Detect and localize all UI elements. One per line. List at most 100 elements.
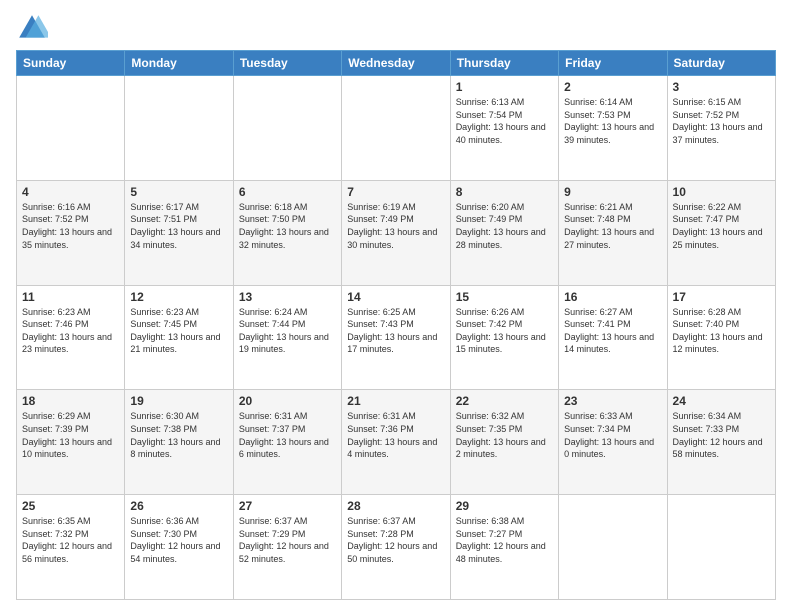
- day-info: Sunrise: 6:21 AM Sunset: 7:48 PM Dayligh…: [564, 201, 661, 251]
- day-info: Sunrise: 6:14 AM Sunset: 7:53 PM Dayligh…: [564, 96, 661, 146]
- logo: [16, 12, 52, 44]
- calendar-cell: 25 Sunrise: 6:35 AM Sunset: 7:32 PM Dayli…: [17, 495, 125, 600]
- calendar-cell: 26 Sunrise: 6:36 AM Sunset: 7:30 PM Dayli…: [125, 495, 233, 600]
- day-info: Sunrise: 6:22 AM Sunset: 7:47 PM Dayligh…: [673, 201, 770, 251]
- calendar-cell: 1 Sunrise: 6:13 AM Sunset: 7:54 PM Daylig…: [450, 76, 558, 181]
- day-info: Sunrise: 6:16 AM Sunset: 7:52 PM Dayligh…: [22, 201, 119, 251]
- calendar-cell: 11 Sunrise: 6:23 AM Sunset: 7:46 PM Dayli…: [17, 285, 125, 390]
- day-number: 21: [347, 394, 444, 408]
- calendar-week-row: 11 Sunrise: 6:23 AM Sunset: 7:46 PM Dayli…: [17, 285, 776, 390]
- calendar-day-header: Tuesday: [233, 51, 341, 76]
- calendar-cell: 2 Sunrise: 6:14 AM Sunset: 7:53 PM Daylig…: [559, 76, 667, 181]
- day-number: 8: [456, 185, 553, 199]
- day-info: Sunrise: 6:30 AM Sunset: 7:38 PM Dayligh…: [130, 410, 227, 460]
- calendar-cell: 22 Sunrise: 6:32 AM Sunset: 7:35 PM Dayli…: [450, 390, 558, 495]
- calendar-cell: 19 Sunrise: 6:30 AM Sunset: 7:38 PM Dayli…: [125, 390, 233, 495]
- day-number: 13: [239, 290, 336, 304]
- day-info: Sunrise: 6:25 AM Sunset: 7:43 PM Dayligh…: [347, 306, 444, 356]
- day-number: 2: [564, 80, 661, 94]
- day-number: 12: [130, 290, 227, 304]
- day-number: 22: [456, 394, 553, 408]
- day-number: 9: [564, 185, 661, 199]
- day-number: 19: [130, 394, 227, 408]
- day-info: Sunrise: 6:26 AM Sunset: 7:42 PM Dayligh…: [456, 306, 553, 356]
- day-number: 11: [22, 290, 119, 304]
- calendar-cell: 29Sunrise: 6:38 AM Sunset: 7:27 PM Dayli…: [450, 495, 558, 600]
- page-header: [16, 12, 776, 44]
- calendar-day-header: Monday: [125, 51, 233, 76]
- day-number: 10: [673, 185, 770, 199]
- day-number: 17: [673, 290, 770, 304]
- day-number: 18: [22, 394, 119, 408]
- logo-icon: [16, 12, 48, 44]
- calendar-cell: 9 Sunrise: 6:21 AM Sunset: 7:48 PM Daylig…: [559, 180, 667, 285]
- calendar-cell: [17, 76, 125, 181]
- day-info: Sunrise: 6:27 AM Sunset: 7:41 PM Dayligh…: [564, 306, 661, 356]
- calendar-cell: 27 Sunrise: 6:37 AM Sunset: 7:29 PM Dayli…: [233, 495, 341, 600]
- day-info: Sunrise: 6:31 AM Sunset: 7:37 PM Dayligh…: [239, 410, 336, 460]
- calendar-week-row: 18 Sunrise: 6:29 AM Sunset: 7:39 PM Dayli…: [17, 390, 776, 495]
- calendar-cell: 14 Sunrise: 6:25 AM Sunset: 7:43 PM Dayli…: [342, 285, 450, 390]
- calendar-day-header: Saturday: [667, 51, 775, 76]
- calendar-cell: 28 Sunrise: 6:37 AM Sunset: 7:28 PM Dayli…: [342, 495, 450, 600]
- day-number: 4: [22, 185, 119, 199]
- day-number: 27: [239, 499, 336, 513]
- calendar-cell: 12Sunrise: 6:23 AM Sunset: 7:45 PM Dayli…: [125, 285, 233, 390]
- calendar-day-header: Friday: [559, 51, 667, 76]
- calendar-week-row: 1 Sunrise: 6:13 AM Sunset: 7:54 PM Daylig…: [17, 76, 776, 181]
- calendar-cell: [559, 495, 667, 600]
- day-number: 3: [673, 80, 770, 94]
- day-info: Sunrise: 6:29 AM Sunset: 7:39 PM Dayligh…: [22, 410, 119, 460]
- calendar-cell: [342, 76, 450, 181]
- day-number: 26: [130, 499, 227, 513]
- day-number: 1: [456, 80, 553, 94]
- calendar-cell: 10 Sunrise: 6:22 AM Sunset: 7:47 PM Dayli…: [667, 180, 775, 285]
- day-info: Sunrise: 6:23 AM Sunset: 7:46 PM Dayligh…: [22, 306, 119, 356]
- day-number: 20: [239, 394, 336, 408]
- day-info: Sunrise: 6:18 AM Sunset: 7:50 PM Dayligh…: [239, 201, 336, 251]
- day-info: Sunrise: 6:15 AM Sunset: 7:52 PM Dayligh…: [673, 96, 770, 146]
- calendar-cell: [667, 495, 775, 600]
- calendar-header-row: SundayMondayTuesdayWednesdayThursdayFrid…: [17, 51, 776, 76]
- day-info: Sunrise: 6:34 AM Sunset: 7:33 PM Dayligh…: [673, 410, 770, 460]
- calendar-cell: 17 Sunrise: 6:28 AM Sunset: 7:40 PM Dayli…: [667, 285, 775, 390]
- calendar-cell: 8 Sunrise: 6:20 AM Sunset: 7:49 PM Daylig…: [450, 180, 558, 285]
- calendar-cell: 13Sunrise: 6:24 AM Sunset: 7:44 PM Dayli…: [233, 285, 341, 390]
- day-info: Sunrise: 6:37 AM Sunset: 7:28 PM Dayligh…: [347, 515, 444, 565]
- day-info: Sunrise: 6:17 AM Sunset: 7:51 PM Dayligh…: [130, 201, 227, 251]
- calendar-cell: 16 Sunrise: 6:27 AM Sunset: 7:41 PM Dayli…: [559, 285, 667, 390]
- calendar-cell: 4 Sunrise: 6:16 AM Sunset: 7:52 PM Daylig…: [17, 180, 125, 285]
- day-info: Sunrise: 6:32 AM Sunset: 7:35 PM Dayligh…: [456, 410, 553, 460]
- calendar-cell: 24 Sunrise: 6:34 AM Sunset: 7:33 PM Dayli…: [667, 390, 775, 495]
- day-info: Sunrise: 6:35 AM Sunset: 7:32 PM Dayligh…: [22, 515, 119, 565]
- calendar-cell: [233, 76, 341, 181]
- calendar-cell: 20 Sunrise: 6:31 AM Sunset: 7:37 PM Dayli…: [233, 390, 341, 495]
- day-info: Sunrise: 6:37 AM Sunset: 7:29 PM Dayligh…: [239, 515, 336, 565]
- day-info: Sunrise: 6:13 AM Sunset: 7:54 PM Dayligh…: [456, 96, 553, 146]
- day-info: Sunrise: 6:36 AM Sunset: 7:30 PM Dayligh…: [130, 515, 227, 565]
- day-info: Sunrise: 6:31 AM Sunset: 7:36 PM Dayligh…: [347, 410, 444, 460]
- calendar-cell: 6 Sunrise: 6:18 AM Sunset: 7:50 PM Daylig…: [233, 180, 341, 285]
- calendar-cell: 18 Sunrise: 6:29 AM Sunset: 7:39 PM Dayli…: [17, 390, 125, 495]
- calendar-cell: 3 Sunrise: 6:15 AM Sunset: 7:52 PM Daylig…: [667, 76, 775, 181]
- calendar-day-header: Sunday: [17, 51, 125, 76]
- calendar-week-row: 25 Sunrise: 6:35 AM Sunset: 7:32 PM Dayli…: [17, 495, 776, 600]
- calendar-day-header: Wednesday: [342, 51, 450, 76]
- calendar-cell: 7 Sunrise: 6:19 AM Sunset: 7:49 PM Daylig…: [342, 180, 450, 285]
- day-info: Sunrise: 6:33 AM Sunset: 7:34 PM Dayligh…: [564, 410, 661, 460]
- day-number: 5: [130, 185, 227, 199]
- day-info: Sunrise: 6:28 AM Sunset: 7:40 PM Dayligh…: [673, 306, 770, 356]
- day-number: 28: [347, 499, 444, 513]
- day-info: Sunrise: 6:20 AM Sunset: 7:49 PM Dayligh…: [456, 201, 553, 251]
- calendar-day-header: Thursday: [450, 51, 558, 76]
- day-info: Sunrise: 6:19 AM Sunset: 7:49 PM Dayligh…: [347, 201, 444, 251]
- calendar-cell: 5 Sunrise: 6:17 AM Sunset: 7:51 PM Daylig…: [125, 180, 233, 285]
- calendar-cell: 15Sunrise: 6:26 AM Sunset: 7:42 PM Dayli…: [450, 285, 558, 390]
- day-number: 29: [456, 499, 553, 513]
- day-number: 16: [564, 290, 661, 304]
- day-number: 25: [22, 499, 119, 513]
- day-number: 7: [347, 185, 444, 199]
- day-number: 6: [239, 185, 336, 199]
- day-number: 14: [347, 290, 444, 304]
- day-number: 24: [673, 394, 770, 408]
